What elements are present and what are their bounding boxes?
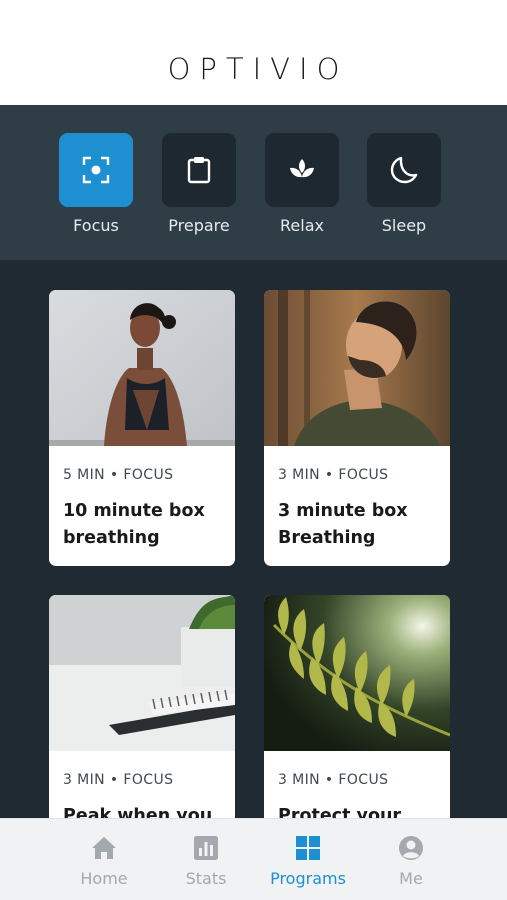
person-icon [399,836,423,860]
tab-programs[interactable]: Programs [253,819,363,900]
program-card-meta: 3 MIN • FOCUS [63,772,174,788]
program-card-meta: 5 MIN • FOCUS [63,467,174,483]
program-card[interactable]: 3 MIN • FOCUS Peak when you [49,595,235,818]
program-card-meta: 3 MIN • FOCUS [278,467,389,483]
program-card-meta: 3 MIN • FOCUS [278,772,389,788]
stats-icon [194,836,218,860]
category-label: Relax [280,216,324,235]
tab-stats[interactable]: Stats [151,819,261,900]
category-bar: Focus Prepare Relax Sleep [0,105,507,260]
tab-label: Home [80,869,128,888]
category-relax[interactable]: Relax [265,133,339,235]
category-label: Prepare [168,216,230,235]
tab-label: Me [399,869,423,888]
tab-label: Stats [185,869,227,888]
program-card[interactable]: 3 MIN • FOCUS Protect your [264,595,450,818]
program-card-image [49,595,235,751]
program-card-image [264,290,450,446]
grid-icon [296,836,320,860]
home-icon [92,837,116,859]
category-focus-tile[interactable] [59,133,133,207]
lotus-icon [290,159,314,178]
program-grid: 5 MIN • FOCUS 10 minute box breathing 3 … [0,260,507,818]
category-prepare-tile[interactable] [162,133,236,207]
program-card-image [264,595,450,751]
program-card-title: Peak when you [63,806,213,818]
tab-label: Programs [270,869,346,888]
program-card-image [49,290,235,446]
moon-icon [390,156,418,184]
category-label: Focus [73,216,119,235]
program-card-title: 10 minute box breathing [63,501,205,548]
clipboard-icon [187,157,211,184]
category-focus[interactable]: Focus [59,133,133,235]
tab-home[interactable]: Home [49,819,159,900]
tab-me[interactable]: Me [356,819,466,900]
category-relax-tile[interactable] [265,133,339,207]
category-sleep[interactable]: Sleep [367,133,441,235]
category-prepare[interactable]: Prepare [162,133,236,235]
program-card-title: 3 minute box Breathing [278,501,408,548]
focus-icon [82,156,110,184]
program-card-title: Protect your [278,806,402,818]
category-label: Sleep [381,216,427,235]
app-logo: OPTIVIO [167,52,349,86]
category-sleep-tile[interactable] [367,133,441,207]
program-card[interactable]: 5 MIN • FOCUS 10 minute box breathing [49,290,235,566]
program-card[interactable]: 3 MIN • FOCUS 3 minute box Breathing [264,290,450,566]
bottom-tab-bar: Home Stats Programs Me [0,818,507,900]
app-header: OPTIVIO [0,0,507,105]
